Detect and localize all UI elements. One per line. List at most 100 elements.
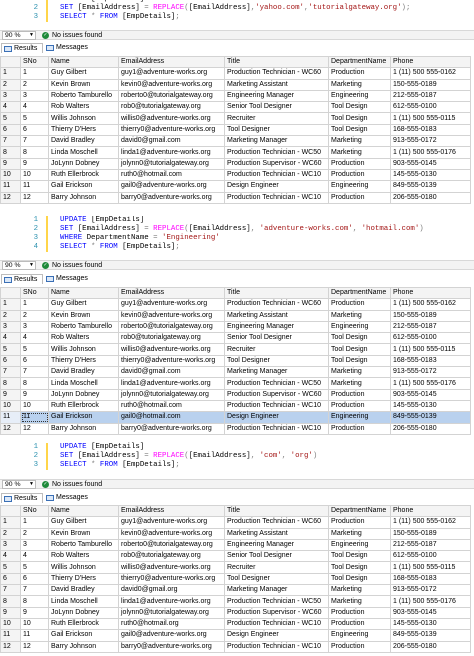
table-row[interactable]: 3 3 Roberto Tamburello roberto0@tutorialgat… [0,320,471,334]
table-row[interactable]: 6 6 Thierry D'Hers thierry0@adventure-works… [0,354,471,368]
table-cell[interactable]: Production [328,67,391,80]
table-cell[interactable]: Marketing [328,78,391,91]
table-cell[interactable]: Kevin Brown [48,78,119,91]
table-row[interactable]: 8 8 Linda Moschell linda1@adventure-works.o… [0,595,471,608]
row-number[interactable]: 8 [0,377,21,390]
table-cell[interactable]: 913-555-0172 [390,135,471,148]
row-number[interactable]: 5 [0,112,21,125]
table-cell[interactable]: Engineering [328,320,391,334]
table-cell[interactable]: JoLynn Dobney [48,606,119,619]
table-cell[interactable]: 5 [20,561,49,574]
table-cell[interactable]: Gail Erickson [48,180,119,193]
table-cell[interactable]: 1 (11) 500 555-0176 [390,146,471,159]
table-row[interactable]: 1 1 Guy Gilbert guy1@adventure-works.org Pro… [0,516,471,529]
table-cell[interactable]: Design Engineer [224,411,329,424]
table-cell[interactable]: david0@gmail.com [118,135,225,148]
table-cell[interactable]: Engineering Manager [224,89,329,103]
code-line[interactable]: 1 UPDATE [EmpDetails] [0,443,474,452]
table-cell[interactable]: 10 [20,168,49,182]
table-cell[interactable]: Linda Moschell [48,146,119,159]
table-row[interactable]: 2 2 Kevin Brown kevin0@adventure-works.org M… [0,78,471,91]
column-header[interactable]: Title [224,286,329,300]
column-header[interactable]: SNo [20,55,49,69]
table-cell[interactable]: 8 [20,595,49,608]
table-cell[interactable]: Willis Johnson [48,112,119,125]
row-number[interactable]: 6 [0,354,21,368]
table-row[interactable]: 4 4 Rob Walters rob0@tutorialgateway.org Sen… [0,101,471,114]
column-header[interactable]: EmailAddress [118,286,225,300]
table-cell[interactable]: Senior Tool Designer [224,101,329,114]
table-cell[interactable]: Barry Johnson [48,191,119,204]
column-header[interactable]: Phone [390,286,471,300]
table-cell[interactable]: 9 [20,157,49,170]
table-cell[interactable]: 145-555-0130 [390,399,471,413]
row-number[interactable]: 11 [0,629,21,642]
table-cell[interactable]: 903-555-0145 [390,157,471,170]
zoom-dropdown[interactable]: 90 % ▼ [2,261,36,270]
table-cell[interactable]: 145-555-0130 [390,168,471,182]
table-cell[interactable]: 1 (11) 500 555-0176 [390,595,471,608]
table-cell[interactable]: Production [328,422,391,435]
table-cell[interactable]: Production Technician - WC10 [224,399,329,413]
table-row[interactable]: 10 10 Ruth Ellerbrock ruth0@hotmail.com Prod… [0,399,471,413]
tab-results[interactable]: Results [1,43,43,53]
table-cell[interactable]: 1 [20,67,49,80]
table-cell[interactable]: Tool Design [328,561,391,574]
table-row[interactable]: 2 2 Kevin Brown kevin0@adventure-works.org M… [0,527,471,540]
table-cell[interactable]: Engineering [328,411,391,424]
column-header[interactable]: DepartmentName [328,55,391,69]
table-cell[interactable]: 1 [20,516,49,529]
table-cell[interactable]: 849-555-0139 [390,180,471,193]
table-cell[interactable]: Production Supervisor - WC60 [224,157,329,170]
table-cell[interactable]: 2 [20,527,49,540]
column-header[interactable]: SNo [20,286,49,300]
table-cell[interactable]: 1 (11) 500 555-0115 [390,112,471,125]
table-cell[interactable]: Marketing [328,146,391,159]
table-cell[interactable]: 3 [20,89,49,103]
tab-messages[interactable]: Messages [44,274,96,284]
sql-editor[interactable]: 1 UPDATE [EmpDetails] 2 SET [EmailAddress] … [0,440,474,478]
table-row[interactable]: 7 7 David Bradley david0@gmail.com Marketing… [0,135,471,148]
table-cell[interactable]: Tool Designer [224,123,329,137]
table-cell[interactable]: JoLynn Dobney [48,157,119,170]
table-cell[interactable]: 1 (11) 500 555-0176 [390,377,471,390]
code-line[interactable]: 2 SET [EmailAddress] = REPLACE([EmailAddr… [0,4,474,13]
row-number[interactable]: 12 [0,422,21,435]
table-cell[interactable]: roberto0@tutorialgateway.org [118,320,225,334]
column-header[interactable]: DepartmentName [328,504,391,518]
table-cell[interactable]: Rob Walters [48,332,119,345]
table-cell[interactable]: linda1@adventure-works.org [118,377,225,390]
table-cell[interactable]: 2 [20,78,49,91]
table-cell[interactable]: 212-555-0187 [390,89,471,103]
column-header[interactable]: Name [48,286,119,300]
table-cell[interactable]: roberto0@tutorialgateway.org [118,89,225,103]
table-cell[interactable]: 10 [20,617,49,631]
table-cell[interactable]: Production Technician - WC50 [224,595,329,608]
table-cell[interactable]: 11 [20,411,49,424]
column-header[interactable] [0,55,21,69]
table-cell[interactable]: 168-555-0183 [390,123,471,137]
table-cell[interactable]: Marketing Manager [224,135,329,148]
table-cell[interactable]: jolynn0@tutorialgateway.org [118,606,225,619]
table-row[interactable]: 1 1 Guy Gilbert guy1@adventure-works.org Pro… [0,67,471,80]
table-cell[interactable]: Production [328,399,391,413]
table-cell[interactable]: Production Technician - WC50 [224,377,329,390]
results-grid[interactable]: SNo Name EmailAddress Title DepartmentName Ph… [0,504,471,653]
table-cell[interactable]: 11 [20,629,49,642]
table-cell[interactable]: 9 [20,606,49,619]
table-cell[interactable]: 4 [20,332,49,345]
table-cell[interactable]: Marketing Assistant [224,309,329,322]
table-cell[interactable]: Tool Design [328,572,391,586]
table-cell[interactable]: Design Engineer [224,180,329,193]
table-cell[interactable]: 6 [20,123,49,137]
table-cell[interactable]: Roberto Tamburello [48,89,119,103]
row-number[interactable]: 1 [0,298,21,311]
table-row[interactable]: 10 10 Ruth Ellerbrock ruth0@hotmail.com Prod… [0,168,471,182]
row-number[interactable]: 5 [0,561,21,574]
table-cell[interactable]: Thierry D'Hers [48,572,119,586]
column-header[interactable]: EmailAddress [118,504,225,518]
table-cell[interactable]: 612-555-0100 [390,332,471,345]
table-cell[interactable]: gail0@adventure-works.org [118,629,225,642]
table-cell[interactable]: Linda Moschell [48,377,119,390]
table-cell[interactable]: Willis Johnson [48,343,119,356]
